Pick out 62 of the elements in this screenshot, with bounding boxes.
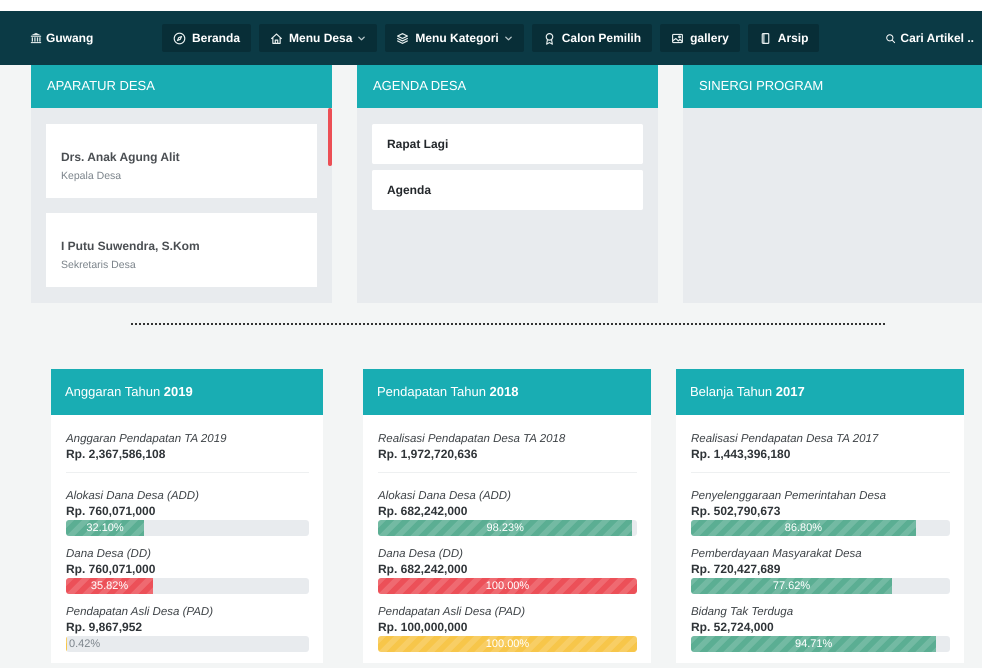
item-label: Dana Desa (DD) — [66, 547, 152, 561]
nav-button[interactable]: Menu Desa — [259, 24, 378, 52]
item-label: Pendapatan Asli Desa (PAD) — [66, 605, 214, 619]
person-name: Drs. Anak Agung Alit — [61, 150, 181, 164]
item-amount: Rp. 1,443,396,180 — [691, 446, 792, 462]
item-amount: Rp. 100,000,000 — [378, 619, 468, 635]
scrollbar-thumb — [328, 108, 332, 166]
item-amount: Rp. 682,242,000 — [378, 561, 468, 577]
brand-link[interactable]: Guwang — [30, 31, 162, 45]
agenda-item[interactable]: Agenda — [372, 170, 643, 210]
item-amount: Rp. 2,367,586,108 — [66, 446, 166, 462]
item-amount: Rp. 720,427,689 — [691, 561, 782, 577]
nav-button[interactable]: Beranda — [162, 24, 252, 52]
progress-percent: 100.00% — [484, 637, 530, 652]
item-label: Dana Desa (DD) — [378, 547, 464, 561]
item-label: Realisasi Pendapatan Desa TA 2018 — [378, 432, 566, 446]
nav-button[interactable]: Calon Pemilih — [532, 24, 652, 52]
panel-title: AGENDA DESA — [357, 65, 658, 108]
award-icon — [542, 32, 556, 44]
item-amount: Rp. 1,972,720,636 — [378, 446, 478, 462]
progress-percent: 86.80% — [784, 521, 824, 536]
search-link[interactable]: Cari Artikel .. — [885, 31, 974, 45]
item-label: Pendapatan Asli Desa (PAD) — [378, 605, 526, 619]
bank-icon — [30, 32, 42, 44]
progress-percent: 35.82% — [90, 579, 130, 594]
compass-icon — [173, 32, 186, 44]
progress-percent: 77.62% — [772, 579, 812, 594]
item-label: Anggaran Pendapatan TA 2019 — [66, 432, 228, 446]
item-label: Bidang Tak Terduga — [691, 605, 794, 619]
card-title: Pendapatan Tahun 2018 — [363, 369, 651, 415]
item-label: Alokasi Dana Desa (ADD) — [66, 489, 200, 503]
layers-icon — [396, 32, 410, 44]
person-role: Kepala Desa — [61, 170, 122, 182]
item-amount: Rp. 502,790,673 — [691, 503, 782, 519]
item-amount: Rp. 760,071,000 — [66, 561, 156, 577]
book-icon — [758, 32, 772, 44]
item-amount: Rp. 9,867,952 — [66, 619, 144, 635]
nav-button[interactable]: gallery — [660, 24, 740, 52]
item-label: Realisasi Pendapatan Desa TA 2017 — [691, 432, 880, 446]
item-label: Penyelenggaraan Pemerintahan Desa — [691, 489, 887, 503]
nav-button[interactable]: Arsip — [748, 24, 820, 52]
item-label: Alokasi Dana Desa (ADD) — [378, 489, 512, 503]
person-role: Sekretaris Desa — [61, 259, 137, 271]
progress-percent: 100.00% — [484, 579, 530, 594]
progress-percent: 32.10% — [85, 521, 125, 536]
card-title: Anggaran Tahun 2019 — [51, 369, 323, 415]
agenda-item[interactable]: Rapat Lagi — [372, 124, 643, 164]
item-label: Pemberdayaan Masyarakat Desa — [691, 547, 863, 561]
panel-title: APARATUR DESA — [31, 65, 332, 108]
progress-percent: 94.71% — [794, 637, 834, 652]
person-name: I Putu Suwendra, S.Kom — [61, 239, 201, 253]
progress-percent: 0.42% — [68, 637, 100, 652]
item-amount: Rp. 682,242,000 — [378, 503, 468, 519]
progress-percent: 98.23% — [486, 521, 525, 536]
item-amount: Rp. 52,724,000 — [691, 619, 775, 635]
image-icon — [671, 32, 684, 44]
card-title: Belanja Tahun 2017 — [676, 369, 964, 415]
item-amount: Rp. 760,071,000 — [66, 503, 156, 519]
house-icon — [270, 32, 284, 44]
nav-button[interactable]: Menu Kategori — [385, 24, 524, 52]
search-icon — [885, 32, 896, 44]
panel-title: SINERGI PROGRAM — [683, 65, 982, 108]
